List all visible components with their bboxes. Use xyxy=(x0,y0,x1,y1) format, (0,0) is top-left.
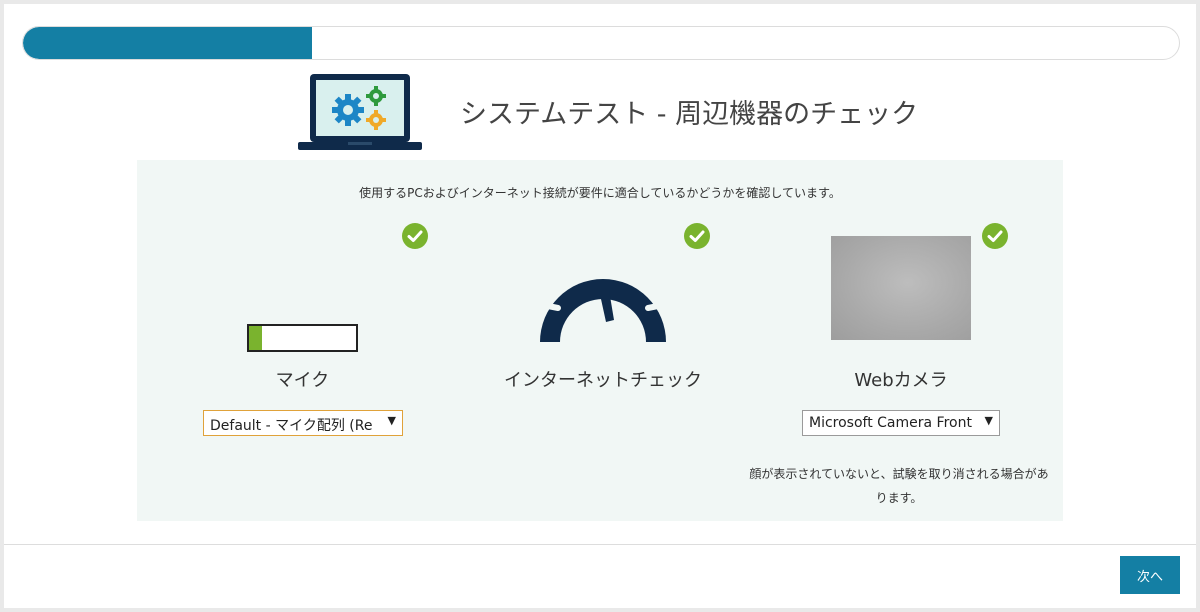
webcam-check-icon xyxy=(982,223,1008,249)
dropdown-arrow-icon: ▼ xyxy=(984,414,993,427)
microphone-level-fill xyxy=(249,326,262,350)
internet-check-label: インターネットチェック xyxy=(504,370,702,391)
system-test-window: システムテスト - 周辺機器のチェック 使用するPCおよびインターネット接続が要… xyxy=(4,4,1196,608)
speedometer-icon xyxy=(540,247,666,342)
microphone-level-meter xyxy=(247,324,358,352)
webcam-preview xyxy=(831,236,971,340)
microphone-label: マイク xyxy=(275,370,330,391)
dropdown-arrow-icon: ▼ xyxy=(387,414,396,427)
webcam-warning-note: 顔が表示されていないと、試験を取り消される場合があります。 xyxy=(749,467,1049,505)
microphone-check-icon xyxy=(402,223,428,249)
footer-divider xyxy=(4,544,1196,545)
laptop-gears-icon xyxy=(298,74,422,150)
page-title: システムテスト - 周辺機器のチェック xyxy=(460,99,919,130)
webcam-select-value: Microsoft Camera Front xyxy=(809,415,972,431)
internet-check-icon xyxy=(684,223,710,249)
progress-bar-fill xyxy=(23,27,312,59)
microphone-select[interactable]: Default - マイク配列 (Re ▼ xyxy=(203,410,403,436)
webcam-select[interactable]: Microsoft Camera Front ▼ xyxy=(802,410,1000,436)
progress-bar xyxy=(22,26,1180,60)
next-button[interactable]: 次へ xyxy=(1120,556,1180,594)
device-check-panel: 使用するPCおよびインターネット接続が要件に適合しているかどうかを確認しています… xyxy=(137,160,1063,521)
microphone-select-value: Default - マイク配列 (Re xyxy=(210,418,373,434)
webcam-label: Webカメラ xyxy=(854,370,948,391)
intro-text: 使用するPCおよびインターネット接続が要件に適合しているかどうかを確認しています… xyxy=(359,186,841,200)
